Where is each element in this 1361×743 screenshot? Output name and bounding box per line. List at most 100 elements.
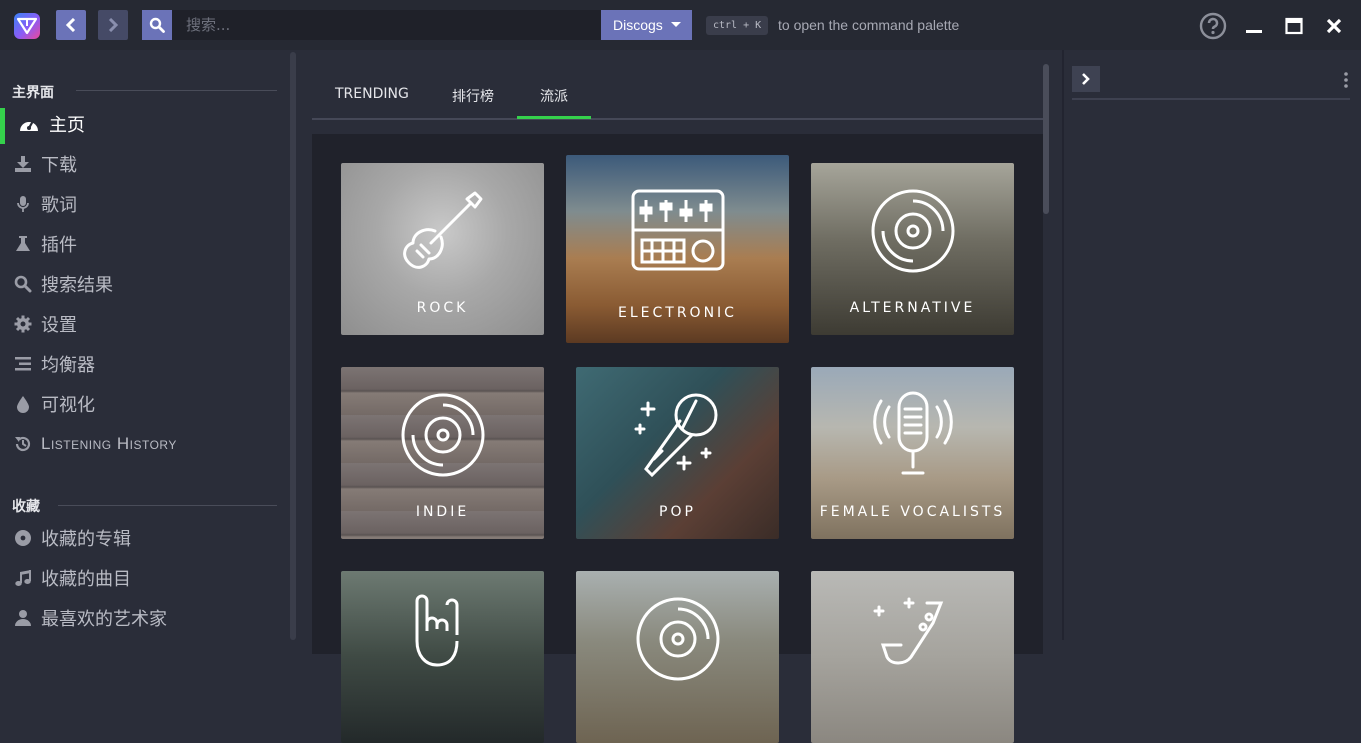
saxophone-icon: [873, 597, 944, 665]
caret-down-icon: [671, 22, 681, 27]
chevron-left-icon: [65, 18, 76, 32]
command-palette-hint: to open the command palette: [778, 17, 960, 33]
sidebar-item-label: 收藏的曲目: [41, 569, 131, 590]
guitar-icon: [403, 191, 483, 269]
sidebar-item-label: 下载: [41, 155, 77, 176]
section-header-favorites: 收藏: [12, 499, 40, 515]
search-input[interactable]: [172, 10, 601, 40]
studio-mic-icon: [873, 391, 953, 475]
genre-label: POP: [659, 504, 696, 520]
sidebar-scrollbar[interactable]: [290, 52, 296, 640]
logo-icon: [17, 17, 37, 35]
search-icon: [12, 273, 34, 295]
maximize-button[interactable]: [1280, 12, 1308, 40]
genre-label: INDIE: [415, 504, 470, 520]
genre-card-indie[interactable]: INDIE: [341, 367, 544, 539]
section-divider: [76, 90, 277, 91]
genre-label: ELECTRONIC: [618, 305, 737, 321]
sidebar-item-label: 主页: [49, 115, 85, 136]
genre-label: ALTERNATIVE: [849, 300, 976, 316]
vinyl-icon: [401, 393, 485, 477]
download-icon: [12, 153, 34, 175]
title-bar: Discogs ctrl + K to open the command pal…: [0, 0, 1361, 50]
section-header-main: 主界面: [12, 85, 54, 101]
chevron-right-icon: [108, 18, 119, 32]
tab-bar: TRENDING 排行榜 流派: [312, 66, 1043, 120]
history-icon: [12, 433, 34, 455]
genre-card-alternative[interactable]: ALTERNATIVE: [811, 163, 1014, 335]
gear-icon: [12, 313, 34, 335]
sidebar-item-downloads[interactable]: 下载: [0, 146, 288, 182]
sidebar-item-favorite-albums[interactable]: 收藏的专辑: [0, 520, 288, 556]
sidebar-item-label: 最喜欢的艺术家: [41, 609, 167, 630]
sidebar-item-favorite-artists[interactable]: 最喜欢的艺术家: [0, 600, 288, 636]
sidebar-item-home[interactable]: 主页: [0, 106, 288, 144]
sidebar-item-label: 歌词: [41, 195, 77, 216]
minimize-icon: [1246, 30, 1262, 33]
genre-grid: ROCK ELECTRONIC ALTERNATIVE INDIE POP FE…: [312, 134, 1043, 743]
music-note-icon: [12, 567, 34, 589]
sidebar-item-favorite-tracks[interactable]: 收藏的曲目: [0, 560, 288, 596]
forward-button[interactable]: [98, 10, 128, 40]
sidebar-item-label: 插件: [41, 235, 77, 256]
genre-card-rock[interactable]: ROCK: [341, 163, 544, 335]
sidebar-item-settings[interactable]: 设置: [0, 306, 288, 342]
expand-panel-button[interactable]: [1072, 66, 1100, 92]
user-icon: [12, 607, 34, 629]
tab-trending[interactable]: TRENDING: [335, 86, 409, 102]
drop-icon: [12, 393, 34, 415]
sidebar-item-plugins[interactable]: 插件: [0, 226, 288, 262]
tab-charts[interactable]: 排行榜: [452, 86, 494, 106]
more-options-icon[interactable]: [1343, 72, 1349, 88]
sidebar-item-visualizer[interactable]: 可视化: [0, 386, 288, 422]
equalizer-icon: [12, 353, 34, 375]
vinyl-icon: [871, 189, 955, 273]
sidebar-item-label: 设置: [41, 315, 77, 336]
search-button[interactable]: [142, 10, 172, 40]
search-provider-select[interactable]: Discogs: [601, 10, 692, 40]
sidebar-item-label: 可视化: [41, 395, 95, 416]
sidebar-item-label: Listening History: [41, 434, 177, 453]
search-provider-label: Discogs: [613, 17, 663, 33]
genre-card-pop[interactable]: POP: [576, 367, 779, 539]
help-button[interactable]: [1199, 12, 1227, 40]
chevron-right-icon: [1082, 73, 1090, 85]
right-panel: [1062, 50, 1361, 640]
rock-hand-icon: [415, 594, 459, 667]
main-scrollbar[interactable]: [1043, 64, 1049, 214]
sidebar-item-lyrics[interactable]: 歌词: [0, 186, 288, 222]
genre-card[interactable]: [341, 571, 544, 743]
vinyl-icon: [636, 597, 720, 681]
main-panel: TRENDING 排行榜 流派 ROCK ELECTRONIC ALTERNAT…: [300, 50, 1062, 743]
sidebar-item-label: 收藏的专辑: [41, 529, 131, 550]
tab-genres[interactable]: 流派: [540, 86, 568, 106]
help-icon: [1199, 12, 1227, 40]
synth-icon: [631, 189, 725, 271]
sidebar-item-equalizer[interactable]: 均衡器: [0, 346, 288, 382]
maximize-icon: [1285, 17, 1303, 35]
close-button[interactable]: [1320, 12, 1348, 40]
close-icon: [1326, 18, 1342, 34]
genre-card-electronic[interactable]: ELECTRONIC: [566, 155, 789, 343]
sidebar-item-label: 均衡器: [41, 355, 95, 376]
search-icon: [149, 17, 165, 33]
panel-divider: [1072, 98, 1350, 100]
genre-card[interactable]: [811, 571, 1014, 743]
genre-label: FEMALE VOCALISTS: [819, 504, 1006, 520]
section-divider: [58, 505, 277, 506]
microphone-icon: [12, 193, 34, 215]
sidebar-item-search-results[interactable]: 搜索结果: [0, 266, 288, 302]
shortcut-key: ctrl + K: [706, 16, 769, 35]
microphone-icon: [634, 393, 718, 478]
genre-card[interactable]: [576, 571, 779, 743]
active-tab-indicator: [517, 116, 591, 119]
sidebar: 主界面 主页 下载 歌词 插件 搜索结果 设置 均衡器 可视化 Listenin…: [0, 50, 300, 640]
disc-icon: [12, 527, 34, 549]
back-button[interactable]: [56, 10, 86, 40]
dashboard-icon: [18, 113, 40, 135]
app-logo: [14, 13, 40, 39]
genre-card-female-vocalists[interactable]: FEMALE VOCALISTS: [811, 367, 1014, 539]
minimize-button[interactable]: [1240, 12, 1268, 40]
genre-label: ROCK: [416, 300, 469, 316]
sidebar-item-listening-history[interactable]: Listening History: [0, 426, 288, 462]
